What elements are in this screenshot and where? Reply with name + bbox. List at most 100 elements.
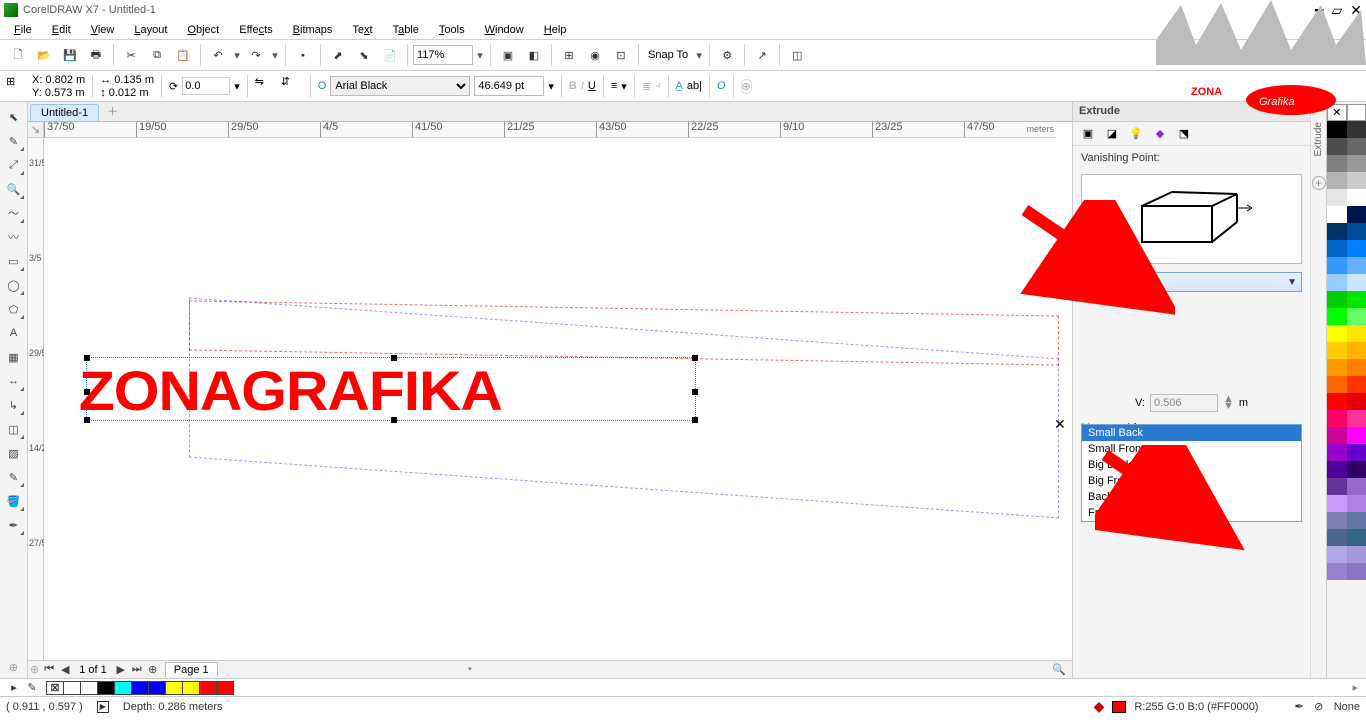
- zoom-dropdown[interactable]: ▾: [475, 49, 485, 62]
- undo-button[interactable]: ↶: [206, 43, 230, 67]
- doc-palette-menu[interactable]: ▸: [6, 681, 22, 695]
- shape-tool[interactable]: ✎: [3, 130, 25, 152]
- menu-bitmaps[interactable]: Bitmaps: [283, 21, 343, 39]
- doc-palette-scroll[interactable]: ▸: [1352, 681, 1358, 694]
- text-object[interactable]: ZONAGRAFIKA: [79, 358, 502, 423]
- menu-window[interactable]: Window: [475, 21, 534, 39]
- bold-button[interactable]: B: [569, 80, 577, 92]
- align-button[interactable]: ≡: [611, 80, 617, 92]
- fullscreen-button[interactable]: ▣: [496, 43, 520, 67]
- rulers-button[interactable]: ⊞: [557, 43, 581, 67]
- zoom-combo[interactable]: [413, 45, 473, 65]
- bullet-button[interactable]: ≣: [642, 80, 651, 93]
- add-tool-button[interactable]: ⊕: [3, 656, 25, 678]
- palette-swatch[interactable]: [1327, 393, 1366, 410]
- canvas[interactable]: ZONAGRAFIKA ✕: [44, 138, 1056, 662]
- snap-dropdown[interactable]: ▾: [694, 49, 704, 62]
- doc-swatch[interactable]: [131, 681, 149, 695]
- palette-swatch[interactable]: [1327, 223, 1366, 240]
- extrude-color-tab[interactable]: ◆: [1151, 125, 1169, 143]
- palette-swatch[interactable]: [1327, 461, 1366, 478]
- menu-layout[interactable]: Layout: [124, 21, 177, 39]
- palette-swatch[interactable]: [1327, 512, 1366, 529]
- extrude-camera-tab[interactable]: ▣: [1079, 125, 1097, 143]
- tab-untitled1[interactable]: Untitled-1: [30, 104, 99, 121]
- record-macro-button[interactable]: ▶: [97, 701, 109, 713]
- app-button[interactable]: ◫: [785, 43, 809, 67]
- font-size-input[interactable]: [474, 76, 544, 96]
- search-button[interactable]: 🞍: [291, 43, 315, 67]
- menu-edit[interactable]: Edit: [42, 21, 81, 39]
- menu-file[interactable]: File: [4, 21, 42, 39]
- first-page-button[interactable]: ⏮: [41, 663, 57, 676]
- menu-help[interactable]: Help: [534, 21, 577, 39]
- redo-button[interactable]: ↷: [244, 43, 268, 67]
- polygon-tool[interactable]: ⬠: [3, 298, 25, 320]
- mirror-v-button[interactable]: ⇵: [281, 75, 303, 97]
- extrude-option[interactable]: Small Front: [1082, 441, 1301, 457]
- palette-swatch[interactable]: [1327, 189, 1366, 206]
- doc-swatch[interactable]: [114, 681, 132, 695]
- zoom-icon[interactable]: 🔍: [1052, 663, 1066, 676]
- doc-swatch[interactable]: [165, 681, 183, 695]
- connector-tool[interactable]: ↳: [3, 394, 25, 416]
- doc-swatch[interactable]: [80, 681, 98, 695]
- new-button[interactable]: 🗋: [6, 43, 30, 67]
- no-outline-icon[interactable]: ⊘: [1312, 700, 1326, 714]
- palette-swatch[interactable]: [1327, 121, 1366, 138]
- otype-button[interactable]: O: [717, 80, 726, 92]
- palette-swatch[interactable]: [1327, 291, 1366, 308]
- doc-palette-eyedrop[interactable]: ✎: [24, 681, 40, 695]
- copy-button[interactable]: ⧉: [145, 43, 169, 67]
- save-button[interactable]: 💾: [58, 43, 82, 67]
- paste-button[interactable]: 📋: [171, 43, 195, 67]
- add-preset-button[interactable]: ⊕: [741, 79, 752, 94]
- color-palette[interactable]: ✕: [1326, 102, 1366, 678]
- add-docker-button[interactable]: +: [1312, 176, 1326, 190]
- docker-tab-label[interactable]: Extrude: [1313, 122, 1324, 156]
- fill-swatch[interactable]: [1112, 701, 1126, 713]
- extrude-light-tab[interactable]: 💡: [1127, 125, 1145, 143]
- font-combo[interactable]: Arial Black: [330, 76, 470, 96]
- palette-swatch[interactable]: [1327, 308, 1366, 325]
- menu-text[interactable]: Text: [342, 21, 382, 39]
- extrude-bevel-tab[interactable]: ⬔: [1175, 125, 1193, 143]
- palette-swatch[interactable]: [1327, 274, 1366, 291]
- freehand-tool[interactable]: ～: [3, 202, 25, 224]
- doc-swatch[interactable]: [148, 681, 166, 695]
- palette-swatch[interactable]: [1327, 529, 1366, 546]
- maximize-button[interactable]: ▱: [1331, 2, 1342, 19]
- doc-swatch[interactable]: [199, 681, 217, 695]
- prev-page-button[interactable]: ◀: [57, 663, 73, 676]
- doc-swatch[interactable]: [216, 681, 234, 695]
- page-tab[interactable]: Page 1: [165, 662, 218, 677]
- underline-button[interactable]: U: [588, 80, 596, 92]
- menu-tools[interactable]: Tools: [429, 21, 475, 39]
- extrude-option[interactable]: Small Back: [1082, 425, 1301, 441]
- palette-swatch[interactable]: [1327, 172, 1366, 189]
- palette-swatch[interactable]: [1327, 155, 1366, 172]
- crop-tool[interactable]: ⤢: [3, 154, 25, 176]
- menu-view[interactable]: View: [81, 21, 125, 39]
- cut-button[interactable]: ✂: [119, 43, 143, 67]
- palette-swatch[interactable]: [1327, 376, 1366, 393]
- launch-button[interactable]: ↗: [750, 43, 774, 67]
- palette-swatch[interactable]: [1327, 495, 1366, 512]
- doc-swatch[interactable]: [97, 681, 115, 695]
- align-dropdown[interactable]: ▾: [621, 80, 627, 93]
- palette-swatch[interactable]: [1327, 342, 1366, 359]
- rectangle-tool[interactable]: ▭: [3, 250, 25, 272]
- rotation-input[interactable]: [182, 77, 230, 95]
- palette-swatch[interactable]: [1327, 206, 1366, 223]
- open-button[interactable]: 📂: [32, 43, 56, 67]
- canvas-area[interactable]: ↘ 37/5019/5029/504/541/5021/2543/5022/25…: [28, 122, 1072, 678]
- palette-swatch[interactable]: [1327, 325, 1366, 342]
- new-tab-button[interactable]: ＋: [101, 101, 124, 121]
- import-button[interactable]: ⬈: [326, 43, 350, 67]
- palette-swatch[interactable]: [1327, 563, 1366, 580]
- text-properties-button[interactable]: A̲: [676, 80, 683, 92]
- palette-swatch[interactable]: [1327, 257, 1366, 274]
- publish-pdf-button[interactable]: 📄: [378, 43, 402, 67]
- edit-text-button[interactable]: ab|: [687, 80, 702, 92]
- next-page-button[interactable]: ▶: [113, 663, 129, 676]
